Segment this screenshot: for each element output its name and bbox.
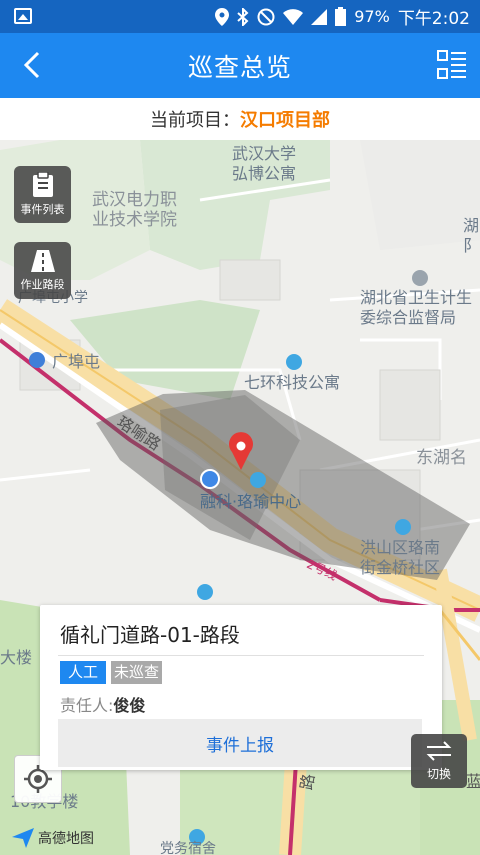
road-info-card[interactable]: 循礼门道路-01-路段 人工 未巡查 责任人:俊俊 事件上报 bbox=[40, 605, 442, 770]
page-title: 巡查总览 bbox=[187, 52, 292, 82]
switch-button[interactable]: 切换 bbox=[411, 734, 467, 788]
status-tag: 未巡查 bbox=[111, 661, 163, 684]
map-label-building: 大楼 bbox=[0, 648, 33, 667]
bluetooth-icon bbox=[237, 7, 249, 26]
map-label-health-bureau: 湖北省卫生计生 委综合监督局 bbox=[360, 288, 473, 327]
app-bar: 巡查总览 bbox=[0, 33, 480, 98]
image-notification-icon bbox=[14, 8, 32, 24]
road-icon bbox=[30, 250, 55, 272]
battery-icon bbox=[335, 7, 347, 26]
amap-logo-text: 高德地图 bbox=[38, 831, 94, 847]
event-list-label: 事件列表 bbox=[20, 203, 65, 216]
person-label: 责任人: bbox=[60, 696, 114, 715]
responsible-person: 责任人:俊俊 bbox=[60, 692, 145, 716]
map-label-road-cut: 路 bbox=[296, 772, 319, 792]
status-bar: 97% 下午2:02 bbox=[0, 0, 480, 33]
work-path-label: 作业路段 bbox=[20, 278, 65, 291]
map-label-whut: 武汉大学 弘博公寓 bbox=[232, 144, 297, 183]
battery-percent: 97% bbox=[354, 7, 390, 26]
clipboard-icon bbox=[32, 172, 53, 197]
list-menu-button[interactable] bbox=[432, 45, 472, 85]
signal-icon bbox=[311, 8, 328, 25]
project-label: 当前项目： bbox=[150, 110, 240, 131]
do-not-disturb-icon bbox=[257, 8, 275, 25]
report-event-button[interactable]: 事件上报 bbox=[58, 719, 422, 767]
road-name: 循礼门道路-01-路段 bbox=[60, 623, 240, 647]
current-project-bar[interactable]: 当前项目： 汉口项目部 bbox=[0, 98, 480, 140]
map-label-rongke: 融科·珞瑜中心 bbox=[200, 492, 302, 511]
wifi-icon bbox=[283, 8, 304, 25]
chevron-left-icon bbox=[24, 51, 40, 79]
map-label-donghu: 东湖名 bbox=[416, 448, 467, 468]
switch-label: 切换 bbox=[426, 766, 451, 781]
amap-logo: 高德地图 bbox=[12, 828, 94, 848]
event-list-button[interactable]: 事件列表 bbox=[14, 166, 71, 223]
person-name: 俊俊 bbox=[113, 696, 146, 715]
list-icon bbox=[437, 50, 466, 79]
location-icon bbox=[215, 7, 230, 26]
clock: 下午2:02 bbox=[397, 9, 470, 29]
work-path-button[interactable]: 作业路段 bbox=[14, 242, 71, 299]
map-label-lan-cut: 蓝 bbox=[466, 772, 480, 791]
map-label-power-college: 武汉电力职 业技术学院 bbox=[92, 190, 177, 230]
map-label-guangbutun: 广埠屯 bbox=[52, 352, 101, 371]
map-label-bottom-cut: 党务宿舍 bbox=[160, 841, 216, 855]
back-button[interactable] bbox=[12, 45, 52, 85]
status-icons: 97% 下午2:02 bbox=[215, 0, 470, 33]
project-name: 汉口项目部 bbox=[240, 110, 330, 131]
map-label-hongshan: 洪山区珞南 街金桥社区 bbox=[360, 538, 441, 577]
swap-arrows-icon bbox=[426, 740, 452, 761]
amap-logo-icon bbox=[12, 828, 34, 848]
map-label-hubei-cut: 湖 阝 bbox=[463, 216, 480, 255]
mode-tag: 人工 bbox=[60, 661, 107, 684]
map-label-qihuan: 七环科技公寓 bbox=[244, 373, 341, 392]
card-divider bbox=[58, 655, 424, 656]
